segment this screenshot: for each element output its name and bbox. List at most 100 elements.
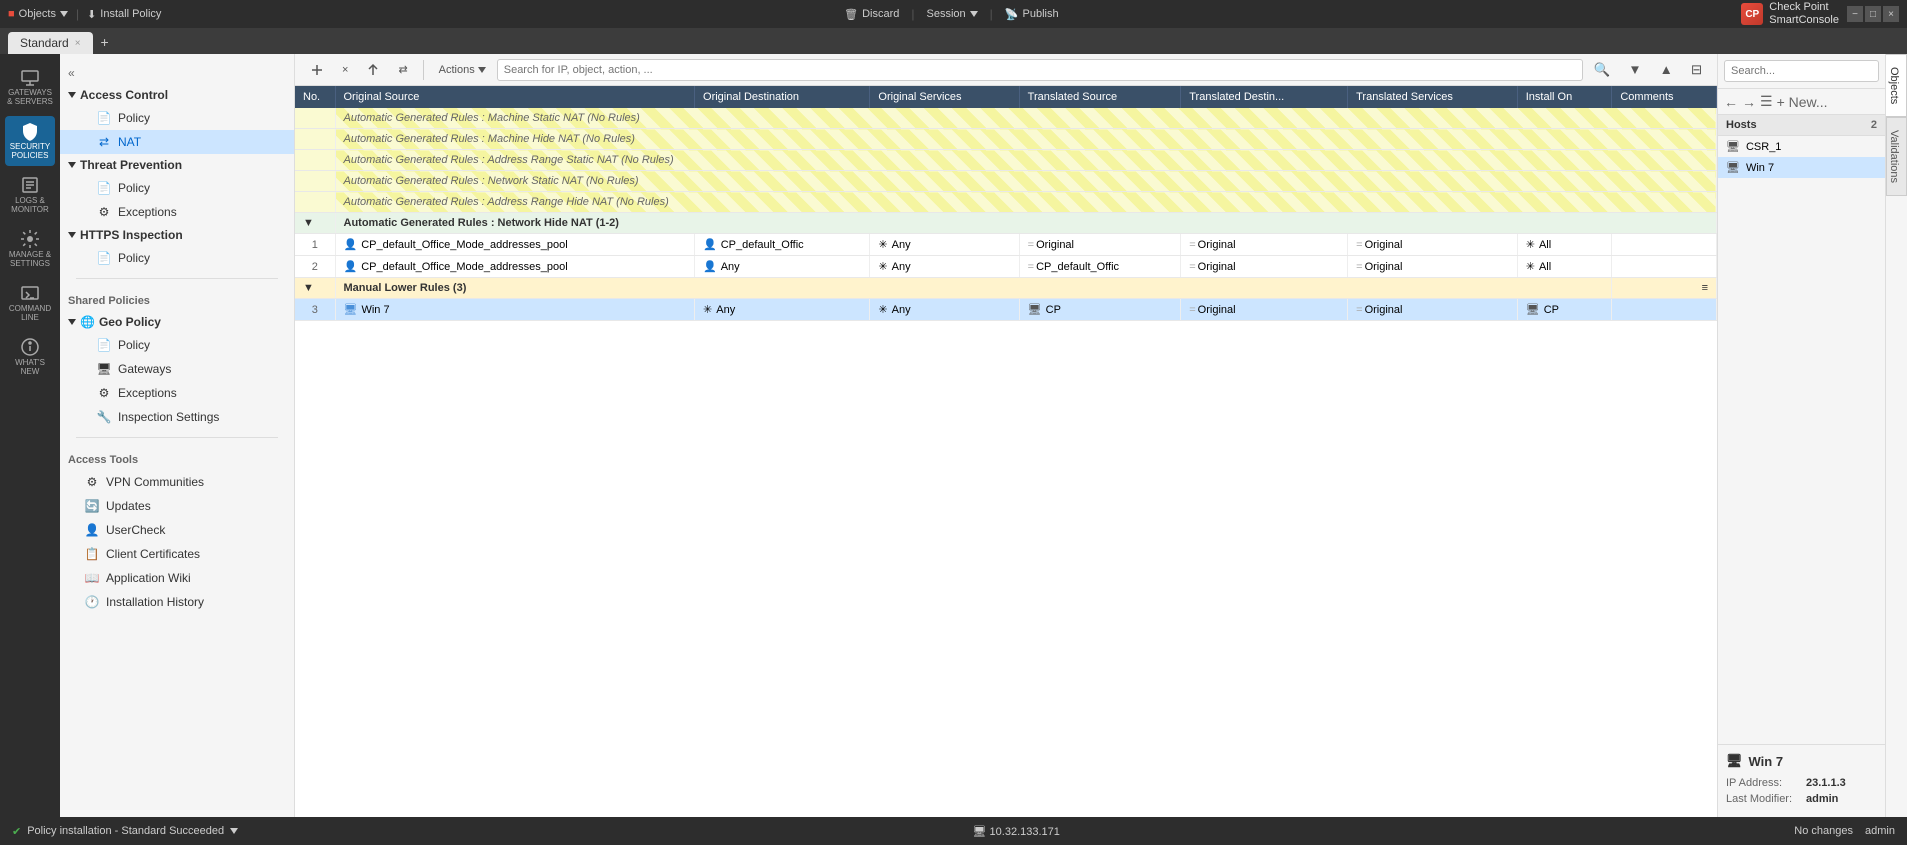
search-input[interactable] [497,59,1583,81]
table-row: ▼Manual Lower Rules (3)≡ [295,278,1717,299]
cell-trans-svc: =Original [1348,299,1518,321]
col-trans-dst: Translated Destin... [1181,86,1348,108]
tp-policy-icon: 📄 [96,180,112,196]
right-search-input[interactable] [1724,60,1879,82]
access-control-label: Access Control [80,88,168,102]
table-row[interactable]: Automatic Generated Rules : Machine Hide… [295,129,1717,150]
new-object-button[interactable]: + New... [1777,94,1828,110]
nav-item-usercheck[interactable]: 👤 UserCheck [60,518,294,542]
list-view-button[interactable]: ☰ [1760,93,1773,110]
cell-orig-svc: ✳ Any [870,256,1019,278]
filter-button[interactable]: ⊟ [1684,58,1709,82]
table-row[interactable]: 2 👤CP_default_Office_Mode_addresses_pool… [295,256,1717,278]
nav-up-button[interactable]: ▲ [1653,58,1680,81]
logs-sidebar-label: LOGS & MONITOR [5,197,55,215]
nav-item-app-wiki[interactable]: 📖 Application Wiki [60,566,294,590]
nav-item-client-certs[interactable]: 📋 Client Certificates [60,542,294,566]
host-item-csr1[interactable]: 🖥 CSR_1 [1718,136,1885,157]
publish-button[interactable]: 📡 Publish [1005,8,1059,21]
cell-no: 3 [295,299,335,321]
session-button[interactable]: Session [927,8,978,20]
nav-item-tp-policy[interactable]: 📄 Policy [60,176,294,200]
tp-policy-label: Policy [118,181,150,195]
right-panel: ← → ☰ + New... Hosts 2 🖥 [1717,54,1907,817]
cell-install: ✳ All [1517,234,1612,256]
geo-exceptions-label: Exceptions [118,386,177,400]
minimize-button[interactable]: − [1847,6,1863,22]
standard-tab[interactable]: Standard × [8,32,93,54]
forward-button[interactable]: → [1742,94,1756,110]
objects-menu-button[interactable]: ■ Objects [8,8,68,20]
sidebar-item-security[interactable]: SECURITY POLICIES [5,116,55,166]
col-trans-svc: Translated Services [1348,86,1518,108]
nav-item-exceptions[interactable]: ⚙ Exceptions [60,200,294,224]
sidebar-item-logs[interactable]: LOGS & MONITOR [5,170,55,220]
gateways-sidebar-label: GATEWAYS & SERVERS [5,89,55,107]
objects-tab[interactable]: Objects [1886,54,1907,117]
exchange-button[interactable]: ⇄ [391,59,414,80]
move-up-button[interactable] [359,59,387,81]
nav-panel: « Access Control 📄 Policy ⇄ NAT Threat P… [60,54,295,817]
nav-item-https-policy[interactable]: 📄 Policy [60,246,294,270]
sidebar-item-whatsnew[interactable]: WHAT'S NEW [5,332,55,382]
add-tab-button[interactable]: + [93,30,117,54]
nav-down-button[interactable]: ▼ [1621,58,1648,81]
install-policy-button[interactable]: ⬇ Install Policy [87,8,161,21]
table-row[interactable]: Automatic Generated Rules : Machine Stat… [295,108,1717,129]
search-button[interactable]: 🔍 [1587,58,1618,82]
nav-item-geo-policy[interactable]: 📄 Policy [60,333,294,357]
cell-orig-src: 🖥Win 7 [335,299,695,321]
https-inspection-chevron [68,232,76,238]
https-inspection-header[interactable]: HTTPS Inspection [60,224,294,246]
delete-rule-button[interactable]: × [335,60,355,80]
table-container: No. Original Source Original Destination… [295,86,1717,817]
discard-button[interactable]: 🗑 Discard [844,8,899,21]
back-button[interactable]: ← [1724,94,1738,110]
nat-label: NAT [118,135,141,149]
inspection-settings-label: Inspection Settings [118,410,219,424]
cell-trans-dst: =Original [1181,299,1348,321]
close-button[interactable]: × [1883,6,1899,22]
nav-item-policy[interactable]: 📄 Policy [60,106,294,130]
validations-tab[interactable]: Validations [1886,117,1907,196]
nav-item-nat[interactable]: ⇄ NAT [60,130,294,154]
geo-policy-header[interactable]: 🌐 Geo Policy [60,311,294,333]
cell-no: 1 [295,234,335,256]
status-ok-icon: ✔ [12,825,21,838]
sidebar-item-manage[interactable]: MANAGE & SETTINGS [5,224,55,274]
cell-trans-src: =Original [1019,234,1181,256]
session-label: Session [927,8,966,20]
toolbar-separator [423,60,424,80]
detail-host-icon: 🖥 [1726,753,1743,769]
restore-button[interactable]: □ [1865,6,1881,22]
table-row[interactable]: 1 👤CP_default_Office_Mode_addresses_pool… [295,234,1717,256]
cell-trans-dst: =Original [1181,234,1348,256]
cmdline-sidebar-label: COMMAND LINE [5,305,55,323]
col-install: Install On [1517,86,1612,108]
table-row[interactable]: 3 🖥Win 7 ✳ Any ✳ Any 🖥CP =Original =Orig… [295,299,1717,321]
nav-item-geo-exceptions[interactable]: ⚙ Exceptions [60,381,294,405]
add-rule-button[interactable] [303,59,331,81]
sidebar-item-gateways[interactable]: GATEWAYS & SERVERS [5,62,55,112]
whatsnew-sidebar-label: WHAT'S NEW [5,359,55,377]
updates-label: Updates [106,499,151,513]
cell-trans-src: 🖥CP [1019,299,1181,321]
access-control-header[interactable]: Access Control [60,84,294,106]
table-row[interactable]: Automatic Generated Rules : Address Rang… [295,192,1717,213]
col-trans-src: Translated Source [1019,86,1181,108]
host-item-win7[interactable]: 🖥 Win 7 [1718,157,1885,178]
actions-button[interactable]: Actions [432,60,493,80]
table-row[interactable]: Automatic Generated Rules : Network Stat… [295,171,1717,192]
table-row[interactable]: Automatic Generated Rules : Address Rang… [295,150,1717,171]
nav-item-updates[interactable]: 🔄 Updates [60,494,294,518]
policy-icon: 📄 [96,110,112,126]
status-ip: 10.32.133.171 [990,826,1060,838]
collapse-button[interactable]: « [60,62,294,84]
nav-item-gateways[interactable]: 🖥 Gateways [60,357,294,381]
sidebar-item-cmdline[interactable]: COMMAND LINE [5,278,55,328]
nav-item-inspection-settings[interactable]: 🔧 Inspection Settings [60,405,294,429]
threat-prevention-header[interactable]: Threat Prevention [60,154,294,176]
nav-item-install-history[interactable]: 🕐 Installation History [60,590,294,614]
nav-item-vpn[interactable]: ⚙ VPN Communities [60,470,294,494]
https-inspection-label: HTTPS Inspection [80,228,183,242]
